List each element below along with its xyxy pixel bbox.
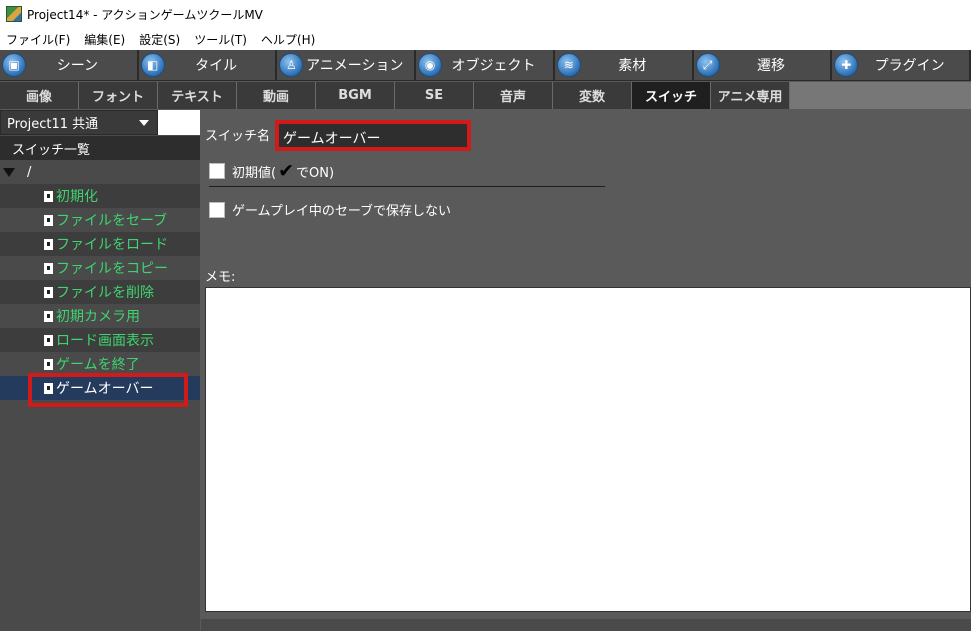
toolbar-resource-button[interactable]: ≋ 素材 (554, 50, 692, 80)
resource-tabs: 画像 フォント テキスト 動画 BGM SE 音声 変数 スイッチ アニメ専用 (0, 82, 971, 109)
object-icon: ◉ (418, 53, 443, 77)
check-mark-icon: ✔ (278, 160, 294, 182)
initial-value-row: 初期値( ✔ でON) (209, 160, 334, 182)
switch-icon (44, 262, 53, 274)
switch-item[interactable]: ロード画面表示 (0, 328, 200, 352)
switch-item[interactable]: 初期カメラ用 (0, 304, 200, 328)
toolbar-object-button[interactable]: ◉ オブジェクト (416, 50, 553, 80)
switch-icon (44, 334, 53, 346)
tab-anime-only[interactable]: アニメ専用 (711, 82, 789, 109)
nosave-row: ゲームプレイ中のセーブで保存しない (209, 200, 451, 219)
switch-icon (44, 286, 53, 298)
expand-triangle-icon[interactable] (3, 167, 15, 177)
switch-item[interactable]: ファイルをロード (0, 232, 200, 256)
menu-edit[interactable]: 編集(E) (78, 31, 133, 48)
project-select-blank (158, 110, 200, 135)
list-header: スイッチ一覧 (0, 136, 200, 160)
tile-icon: ◧ (140, 53, 165, 77)
window-title: Project14* - アクションゲームツクールMV (27, 7, 263, 22)
switch-detail-panel: スイッチ名 ゲームオーバー 初期値( ✔ でON) ゲームプレイ中のセーブで保存… (201, 110, 971, 631)
divider (209, 186, 605, 187)
menu-bar: ファイル(F) 編集(E) 設定(S) ツール(T) ヘルプ(H) (0, 28, 971, 50)
tab-voice[interactable]: 音声 (474, 82, 552, 109)
switch-icon (44, 190, 53, 202)
switch-item[interactable]: ファイルをセーブ (0, 208, 200, 232)
tab-font[interactable]: フォント (79, 82, 157, 109)
title-bar: Project14* - アクションゲームツクールMV (0, 0, 971, 28)
tab-se[interactable]: SE (395, 82, 473, 109)
tab-switch[interactable]: スイッチ (632, 82, 710, 109)
switch-list-panel: Project11 共通 スイッチ一覧 / 初期化 ファイルをセーブ ファイルを… (0, 110, 200, 631)
transition-icon: ⤢ (695, 53, 720, 77)
menu-settings[interactable]: 設定(S) (133, 31, 188, 48)
tree-root-folder[interactable]: / (0, 160, 200, 184)
switch-item[interactable]: ファイルを削除 (0, 280, 200, 304)
toolbar-scene-button[interactable]: ▣ シーン (0, 50, 137, 80)
switch-item[interactable]: ファイルをコピー (0, 256, 200, 280)
toolbar-transition-button[interactable]: ⤢ 遷移 (693, 50, 831, 80)
switch-name-input[interactable]: ゲームオーバー (275, 120, 471, 151)
initial-value-checkbox[interactable] (209, 163, 225, 179)
main-toolbar: ▣ シーン ◧ タイル ♙ アニメーション ◉ オブジェクト ≋ 素材 ⤢ 遷移… (0, 50, 971, 81)
toolbar-tile-button[interactable]: ◧ タイル (138, 50, 276, 80)
toolbar-animation-button[interactable]: ♙ アニメーション (277, 50, 415, 80)
project-select[interactable]: Project11 共通 (0, 110, 158, 135)
switch-icon (44, 310, 53, 322)
tab-bgm[interactable]: BGM (316, 82, 394, 109)
menu-help[interactable]: ヘルプ(H) (255, 31, 323, 48)
tab-text[interactable]: テキスト (158, 82, 236, 109)
tab-variable[interactable]: 変数 (553, 82, 631, 109)
chevron-down-icon (139, 120, 149, 126)
tabbar-fill (790, 82, 971, 109)
highlight-box (28, 373, 188, 407)
switch-icon (44, 358, 53, 370)
switch-icon (44, 238, 53, 250)
memo-textarea[interactable] (205, 287, 971, 612)
switch-icon (44, 214, 53, 226)
horizontal-scrollbar[interactable] (201, 619, 971, 631)
memo-label: メモ: (205, 270, 236, 285)
resource-icon: ≋ (556, 53, 581, 77)
menu-tools[interactable]: ツール(T) (188, 31, 255, 48)
plugin-icon: ✚ (834, 53, 859, 77)
scene-icon: ▣ (2, 53, 26, 77)
tab-video[interactable]: 動画 (237, 82, 315, 109)
menu-file[interactable]: ファイル(F) (0, 31, 78, 48)
app-icon (6, 6, 22, 22)
toolbar-plugin-button[interactable]: ✚ プラグイン (832, 50, 970, 80)
nosave-checkbox[interactable] (209, 201, 225, 218)
switch-item[interactable]: 初期化 (0, 184, 200, 208)
animation-icon: ♙ (279, 53, 304, 77)
switch-name-label: スイッチ名 (205, 129, 271, 144)
tab-image[interactable]: 画像 (0, 82, 78, 109)
